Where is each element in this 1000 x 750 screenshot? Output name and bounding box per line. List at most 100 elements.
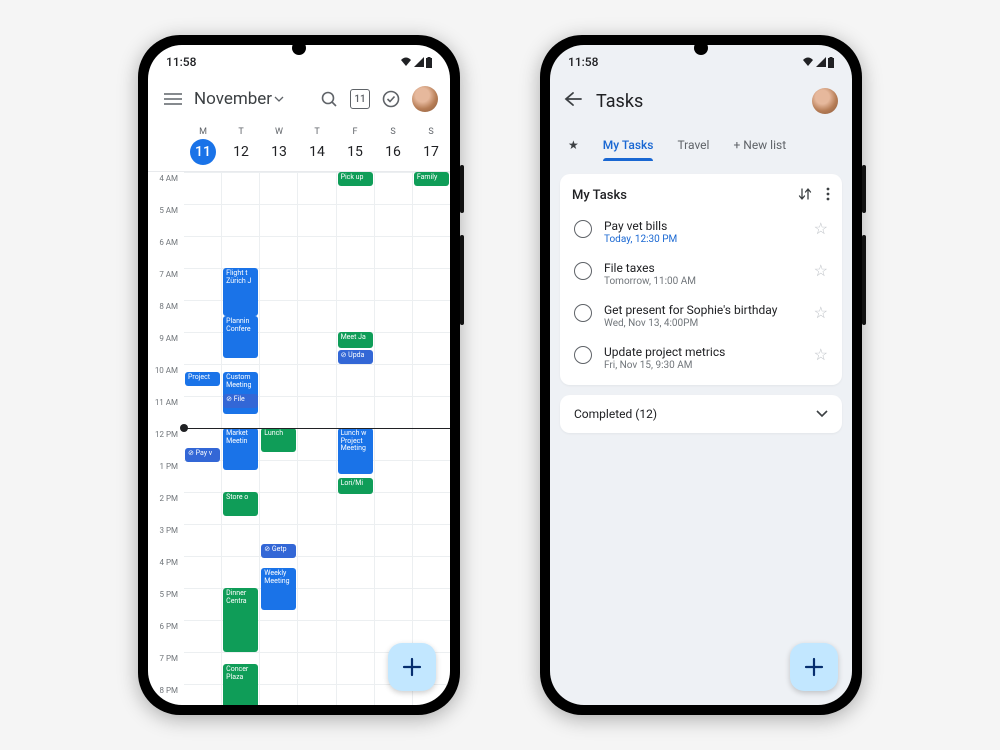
today-button[interactable]: 11 xyxy=(350,89,370,109)
hour-label: 4 AM xyxy=(148,174,184,206)
wifi-icon xyxy=(802,57,814,67)
fab-add-button[interactable] xyxy=(790,643,838,691)
calendar-event[interactable]: Lunch w Project Meeting xyxy=(338,428,373,474)
task-item[interactable]: File taxesTomorrow, 11:00 AM☆ xyxy=(572,253,830,295)
task-title: File taxes xyxy=(604,261,802,275)
status-icons xyxy=(802,57,834,68)
star-icon[interactable]: ☆ xyxy=(814,345,828,364)
signal-icon xyxy=(414,57,424,67)
tab-travel[interactable]: Travel xyxy=(677,130,709,160)
grid-col: Pick up Meet Ja ⊘ Upda Lunch w Project Meet… xyxy=(336,172,374,705)
calendar-event[interactable]: Project xyxy=(185,372,220,386)
task-checkbox[interactable] xyxy=(574,262,592,280)
task-subtitle: Today, 12:30 PM xyxy=(604,234,802,245)
avatar[interactable] xyxy=(812,88,838,114)
hour-label: 8 PM xyxy=(148,686,184,705)
plus-icon xyxy=(803,656,825,678)
task-item[interactable]: Pay vet billsToday, 12:30 PM ☆ xyxy=(572,211,830,253)
tasks-toggle-icon[interactable] xyxy=(380,88,402,110)
calendar-event[interactable]: Store o xyxy=(223,492,258,516)
calendar-event[interactable]: Flight t Zürich J xyxy=(223,268,258,316)
hour-label: 6 PM xyxy=(148,622,184,654)
hour-label: 8 AM xyxy=(148,302,184,334)
dow-label: F xyxy=(353,127,358,137)
hour-label: 7 PM xyxy=(148,654,184,686)
signal-icon xyxy=(816,57,826,67)
hour-label: 9 AM xyxy=(148,334,184,366)
calendar-event[interactable]: Meet Ja xyxy=(338,332,373,348)
calendar-grid[interactable]: 4 AM5 AM6 AM7 AM8 AM9 AM10 AM11 AM12 PM1… xyxy=(148,172,450,705)
task-checkbox[interactable] xyxy=(574,304,592,322)
tasks-title: Tasks xyxy=(596,91,798,112)
day-column[interactable]: W13 xyxy=(260,123,298,171)
tab-new-list[interactable]: + New list xyxy=(733,130,786,160)
day-number: 11 xyxy=(190,139,216,165)
phone-calendar: 11:58 November 11 M11T12W13T14F15S16S17 … xyxy=(138,35,460,715)
month-label: November xyxy=(194,89,272,109)
task-checkbox[interactable] xyxy=(574,220,592,238)
day-column[interactable]: T14 xyxy=(298,123,336,171)
calendar-event[interactable]: Plannin Confere xyxy=(223,316,258,358)
camera-notch xyxy=(694,41,708,55)
task-item[interactable]: Get present for Sophie's birthdayWed, No… xyxy=(572,295,830,337)
grid-col xyxy=(297,172,335,705)
task-checkbox[interactable] xyxy=(574,346,592,364)
phone-button xyxy=(460,235,464,325)
chevron-down-icon xyxy=(816,410,828,418)
avatar[interactable] xyxy=(412,86,438,112)
list-title: My Tasks xyxy=(572,188,627,203)
calendar-header: November 11 xyxy=(148,75,450,123)
hour-label: 11 AM xyxy=(148,398,184,430)
hour-label: 7 AM xyxy=(148,270,184,302)
star-tab[interactable]: ★ xyxy=(568,138,579,152)
completed-section[interactable]: Completed (12) xyxy=(560,395,842,433)
calendar-event[interactable]: Family xyxy=(414,172,449,186)
hour-label: 3 PM xyxy=(148,526,184,558)
calendar-event[interactable]: Market Meetin xyxy=(223,428,258,470)
more-icon[interactable] xyxy=(826,186,830,205)
sort-icon[interactable] xyxy=(798,186,812,205)
fab-add-button[interactable] xyxy=(388,643,436,691)
battery-icon xyxy=(426,57,432,68)
star-icon[interactable]: ☆ xyxy=(814,303,828,322)
phone-tasks: 11:58 Tasks ★ My Tasks Travel + New list… xyxy=(540,35,862,715)
battery-icon xyxy=(828,57,834,68)
calendar-event[interactable]: Lunch xyxy=(261,428,296,452)
menu-icon[interactable] xyxy=(162,88,184,110)
day-column[interactable]: M11 xyxy=(184,123,222,171)
phone-button xyxy=(862,235,866,325)
star-icon[interactable]: ☆ xyxy=(814,261,828,280)
tab-my-tasks[interactable]: My Tasks xyxy=(603,130,654,160)
calendar-event[interactable]: Lori/Mi xyxy=(338,478,373,494)
back-button[interactable] xyxy=(564,91,582,111)
tasks-header: Tasks xyxy=(550,75,852,127)
day-number: 16 xyxy=(380,139,406,165)
calendar-event[interactable]: ⊘ Getp xyxy=(261,544,296,558)
task-title: Update project metrics xyxy=(604,345,802,359)
month-dropdown[interactable]: November xyxy=(194,89,308,109)
day-column[interactable]: S17 xyxy=(412,123,450,171)
calendar-event[interactable]: Dinner Centra xyxy=(223,588,258,652)
task-title: Pay vet bills xyxy=(604,219,802,233)
calendar-event[interactable]: ⊘ Upda xyxy=(338,350,373,364)
phone-button xyxy=(862,165,866,213)
task-item[interactable]: Update project metricsFri, Nov 15, 9:30 … xyxy=(572,337,830,379)
hour-label: 5 PM xyxy=(148,590,184,622)
day-number: 17 xyxy=(418,139,444,165)
plus-icon xyxy=(401,656,423,678)
calendar-event[interactable]: Pick up xyxy=(338,172,373,186)
calendar-event[interactable]: ⊘ Pay v xyxy=(185,448,220,462)
task-subtitle: Wed, Nov 13, 4:00PM xyxy=(604,318,802,329)
calendar-event[interactable]: ⊘ File xyxy=(223,394,258,408)
dow-label: T xyxy=(238,127,243,137)
calendar-event[interactable]: Concer Plaza xyxy=(223,664,258,705)
day-column[interactable]: F15 xyxy=(336,123,374,171)
star-icon[interactable]: ☆ xyxy=(814,219,828,238)
day-column[interactable]: S16 xyxy=(374,123,412,171)
day-column[interactable]: T12 xyxy=(222,123,260,171)
week-row: M11T12W13T14F15S16S17 xyxy=(148,123,450,172)
hour-label: 12 PM xyxy=(148,430,184,462)
search-icon[interactable] xyxy=(318,88,340,110)
calendar-event[interactable]: Weekly Meeting xyxy=(261,568,296,610)
hour-label: 6 AM xyxy=(148,238,184,270)
